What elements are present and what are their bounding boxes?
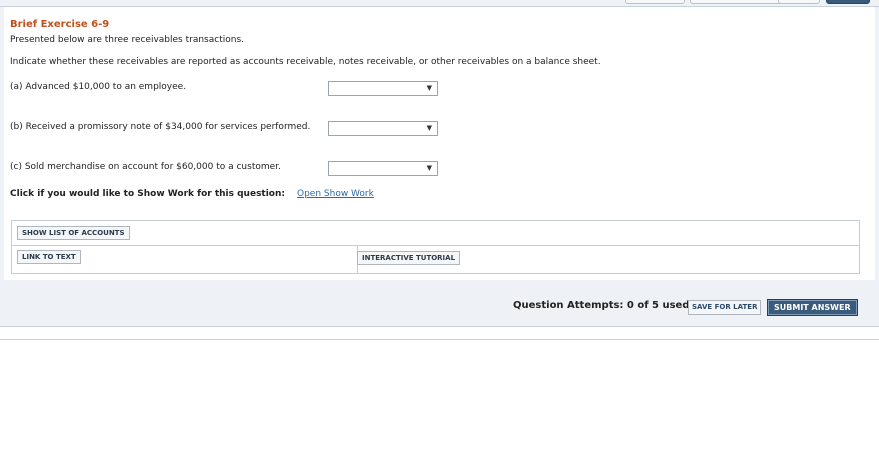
top-nav-button[interactable] <box>826 0 870 4</box>
item-a-select[interactable]: ▼ <box>328 81 438 96</box>
exercise-intro: Presented below are three receivables tr… <box>10 35 244 45</box>
tools-row: SHOW LIST OF ACCOUNTS <box>12 221 859 246</box>
open-show-work-link[interactable]: Open Show Work <box>297 189 374 199</box>
show-list-of-accounts-button[interactable]: SHOW LIST OF ACCOUNTS <box>17 226 130 240</box>
item-c-label: (c) Sold merchandise on account for $60,… <box>10 162 281 172</box>
question-attempts: Question Attempts: 0 of 5 used <box>513 300 690 311</box>
item-b-select[interactable]: ▼ <box>328 121 438 136</box>
exercise-title: Brief Exercise 6-9 <box>10 19 110 30</box>
tools-box: SHOW LIST OF ACCOUNTS LINK TO TEXT INTER… <box>11 220 860 274</box>
chevron-down-icon: ▼ <box>426 164 432 172</box>
item-b-label: (b) Received a promissory note of $34,00… <box>10 122 311 132</box>
top-toolbar-strip <box>0 0 879 7</box>
top-nav-button[interactable] <box>625 0 685 4</box>
item-c-select[interactable]: ▼ <box>328 161 438 176</box>
interactive-tutorial-button[interactable]: INTERACTIVE TUTORIAL <box>357 251 461 265</box>
chevron-down-icon: ▼ <box>426 124 432 132</box>
save-for-later-button[interactable]: SAVE FOR LATER <box>688 300 762 315</box>
section-divider <box>0 339 879 340</box>
show-work-prompt: Click if you would like to Show Work for… <box>10 189 285 199</box>
top-nav-button[interactable] <box>778 0 820 4</box>
item-a-label: (a) Advanced $10,000 to an employee. <box>10 82 187 92</box>
exercise-instructions: Indicate whether these receivables are r… <box>10 57 601 67</box>
link-to-text-button[interactable]: LINK TO TEXT <box>17 250 81 264</box>
chevron-down-icon: ▼ <box>426 84 432 92</box>
submit-answer-button[interactable]: SUBMIT ANSWER <box>767 299 858 316</box>
